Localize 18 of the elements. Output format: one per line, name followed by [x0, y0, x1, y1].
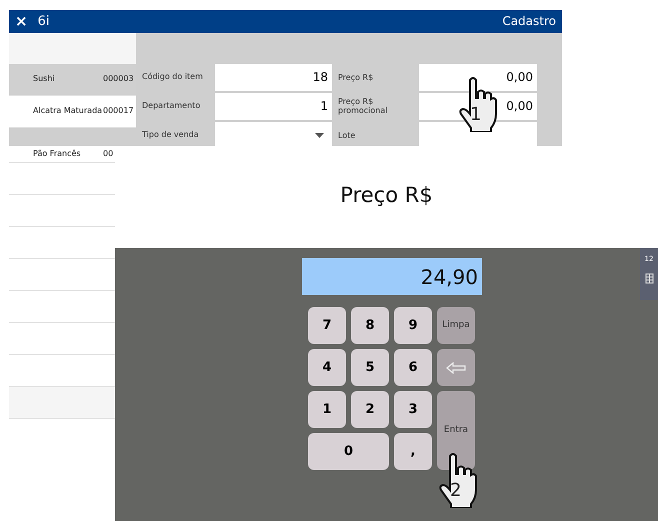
item-code: 000017	[103, 105, 134, 117]
item-name: Alcatra Maturada	[32, 105, 103, 117]
field-label: Preço R$ promocional	[337, 96, 388, 117]
field-label: Tipo de venda	[141, 129, 200, 141]
field-label: Lote	[337, 130, 356, 142]
callout-number: 2	[450, 479, 462, 503]
window-title: 6i	[38, 12, 50, 30]
section-title: Cadastro	[502, 13, 556, 30]
dialog-title: Preço R$	[339, 182, 434, 209]
item-name: Sushi	[32, 73, 56, 85]
field-label: Preço R$	[337, 72, 374, 84]
item-code: 000003	[103, 73, 134, 85]
item-name: Pão Francês	[32, 148, 82, 160]
value-display: 24,90	[302, 258, 482, 295]
field-label: Departamento	[141, 100, 202, 112]
field-label: Código do item	[141, 71, 204, 83]
item-code: 00	[103, 148, 114, 160]
callout-number: 1	[470, 103, 482, 127]
